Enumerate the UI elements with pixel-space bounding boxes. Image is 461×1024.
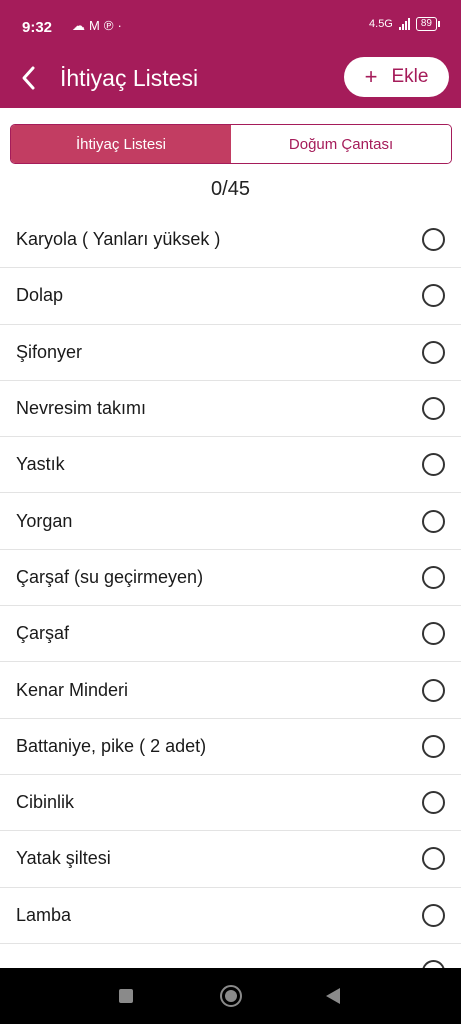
item-label: Cibinlik	[16, 792, 75, 813]
list-item[interactable]: Yastık	[0, 437, 461, 494]
list-item[interactable]: Cibinlik	[0, 775, 461, 832]
item-list: Karyola ( Yanları yüksek ) Dolap Şifonye…	[0, 212, 461, 968]
list-item[interactable]: Yatak şiltesi	[0, 831, 461, 888]
list-item[interactable]: Yorgan	[0, 493, 461, 550]
pinterest-icon: ℗	[103, 18, 118, 33]
list-item[interactable]: Şifonyer	[0, 325, 461, 381]
signal-icon	[398, 18, 410, 30]
battery-level: 89	[420, 18, 432, 29]
item-label: Dolap	[16, 285, 64, 306]
status-right: 4.5G 89	[369, 17, 441, 31]
system-nav-bar	[0, 968, 461, 1024]
list-item[interactable]	[0, 944, 461, 968]
page-title: İhtiyaç Listesi	[60, 65, 199, 91]
radio-button[interactable]	[422, 734, 445, 758]
item-label: Yatak şiltesi	[16, 848, 111, 869]
item-label: Çarşaf	[16, 623, 70, 644]
tab-dogum-cantasi[interactable]: Doğum Çantası	[231, 125, 451, 163]
item-label: Kenar Minderi	[16, 679, 129, 700]
radio-button[interactable]	[422, 960, 445, 968]
list-item[interactable]: Karyola ( Yanları yüksek )	[0, 212, 461, 269]
battery-icon: 89	[415, 17, 441, 31]
radio-button[interactable]	[422, 340, 445, 364]
radio-button[interactable]	[422, 678, 445, 702]
status-bar: 9:32 ☁M℗· 4.5G 89	[0, 0, 461, 52]
cloud-icon: ☁	[72, 18, 89, 33]
list-item[interactable]: Çarşaf	[0, 606, 461, 663]
app-bar: İhtiyaç Listesi + Ekle	[0, 52, 461, 108]
item-label: Nevresim takımı	[16, 398, 147, 419]
radio-button[interactable]	[422, 903, 445, 927]
plus-icon: +	[364, 64, 378, 89]
add-button-label: Ekle	[391, 66, 429, 87]
status-time: 9:32	[22, 19, 53, 36]
recents-icon[interactable]	[119, 989, 133, 1003]
list-item[interactable]: Battaniye, pike ( 2 adet)	[0, 719, 461, 775]
radio-button[interactable]	[422, 228, 445, 252]
radio-button[interactable]	[422, 397, 445, 421]
item-label: Karyola ( Yanları yüksek )	[16, 229, 221, 250]
item-label: Yastık	[16, 454, 65, 475]
item-label: Yorgan	[16, 510, 73, 531]
dot-icon: ·	[117, 18, 126, 33]
list-item[interactable]: Kenar Minderi	[0, 662, 461, 719]
back-arrow-icon	[22, 66, 35, 90]
item-label: Çarşaf (su geçirmeyen)	[16, 566, 204, 587]
radio-button[interactable]	[422, 847, 445, 871]
home-icon[interactable]	[220, 985, 242, 1007]
segmented-tabs: İhtiyaç Listesi Doğum Çantası	[10, 124, 452, 164]
list-item[interactable]: Lamba	[0, 888, 461, 944]
progress-counter: 0/45	[211, 178, 250, 200]
system-back-icon[interactable]	[326, 988, 340, 1004]
item-label: Battaniye, pike ( 2 adet)	[16, 735, 207, 756]
network-label: 4.5G	[369, 18, 393, 30]
add-button[interactable]: + Ekle	[344, 57, 449, 97]
item-label: Şifonyer	[16, 341, 83, 362]
list-item[interactable]: Nevresim takımı	[0, 381, 461, 438]
radio-button[interactable]	[422, 509, 445, 533]
list-item[interactable]: Dolap	[0, 268, 461, 325]
radio-button[interactable]	[422, 622, 445, 646]
tab-ihtiyac-listesi[interactable]: İhtiyaç Listesi	[11, 125, 231, 163]
radio-button[interactable]	[422, 565, 445, 589]
item-label: Lamba	[16, 904, 72, 925]
list-item[interactable]: Çarşaf (su geçirmeyen)	[0, 550, 461, 607]
back-button[interactable]	[18, 64, 42, 92]
gmail-icon: M	[89, 18, 104, 33]
radio-button[interactable]	[422, 284, 445, 308]
notification-icons: ☁M℗·	[72, 18, 126, 34]
radio-button[interactable]	[422, 791, 445, 815]
radio-button[interactable]	[422, 453, 445, 477]
